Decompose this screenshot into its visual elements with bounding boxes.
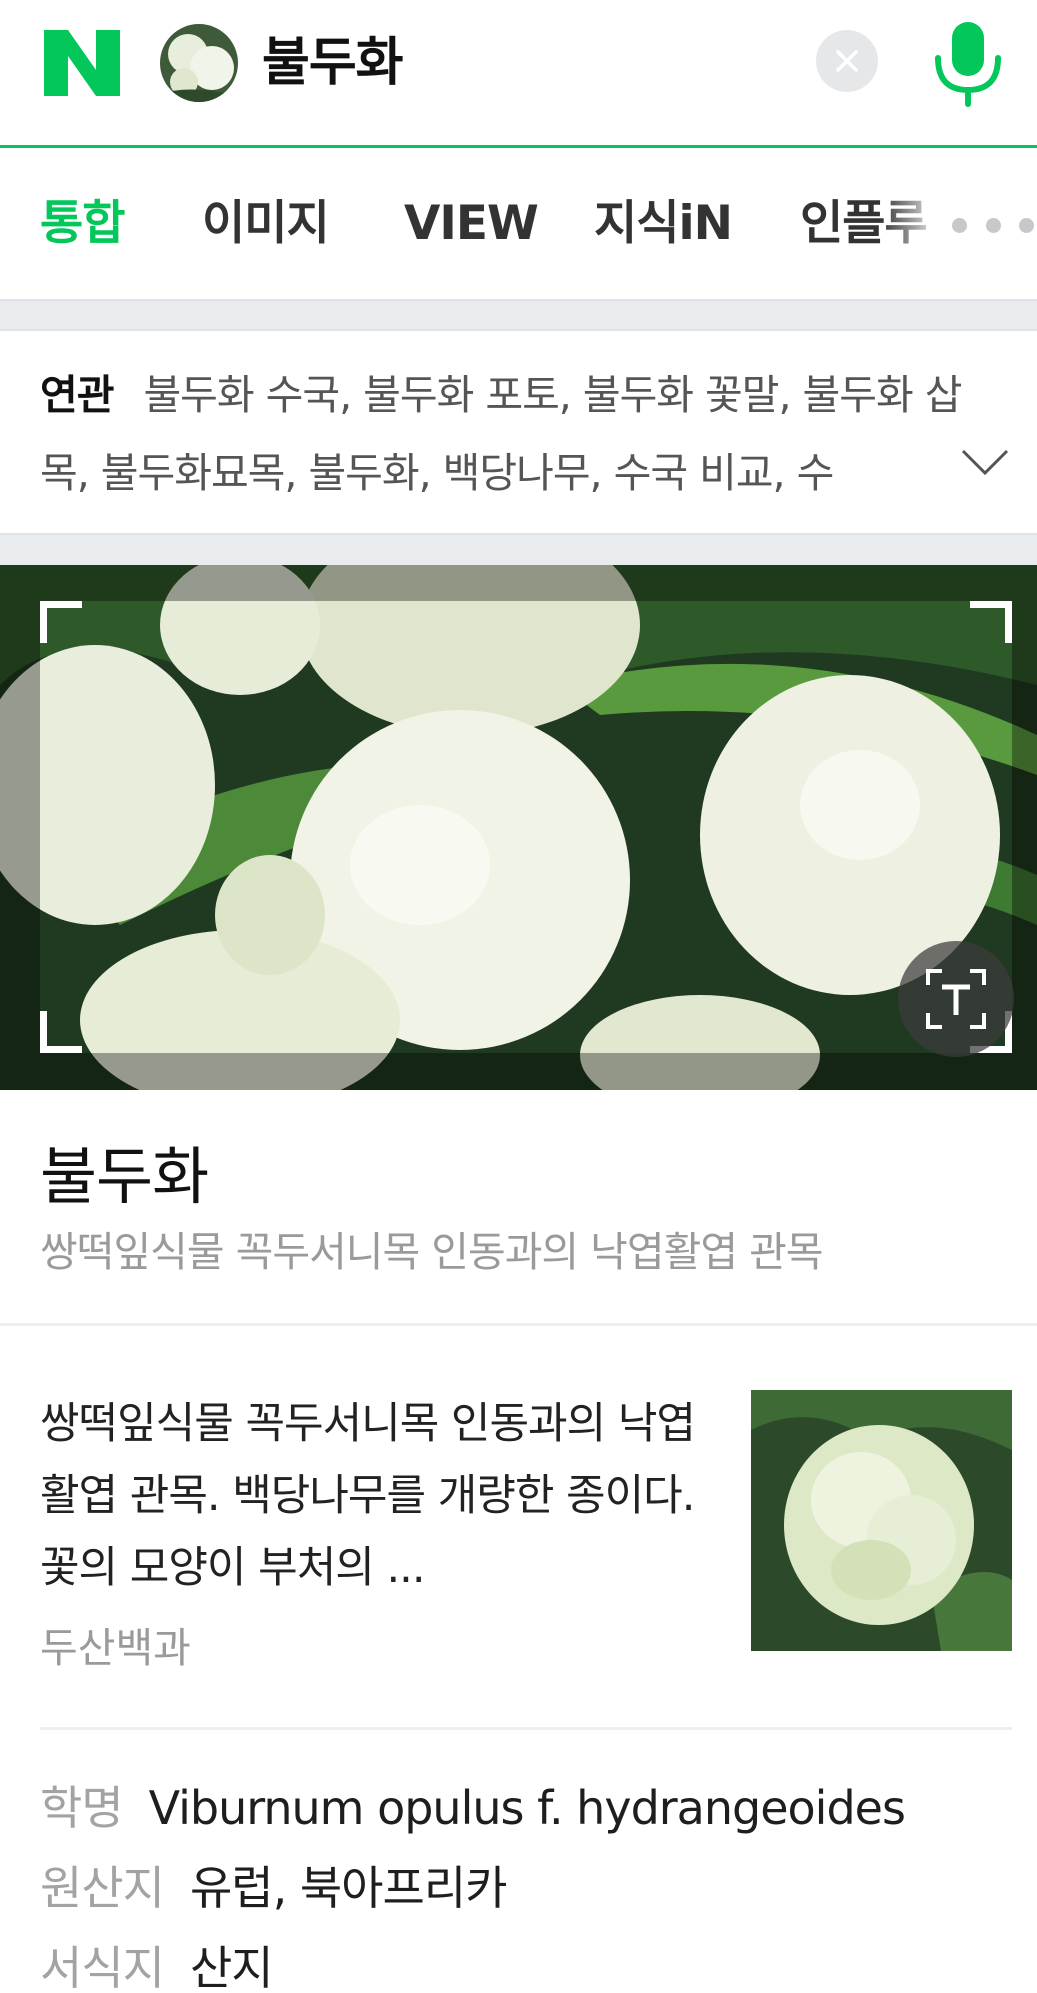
info-key: 학명 [40, 1781, 124, 1835]
entity-thumbnail[interactable] [751, 1390, 1012, 1651]
text-recognition-button[interactable] [898, 941, 1014, 1057]
text-scan-icon [926, 969, 986, 1029]
info-row-habitat: 서식지 산지 [40, 1932, 274, 1993]
crop-frame[interactable] [40, 601, 1012, 1053]
info-value: 유럽, 북아프리카 [189, 1861, 507, 1915]
tab-integrated[interactable]: 통합 [40, 189, 125, 259]
info-value: Viburnum opulus f. hydrangeoides [148, 1781, 906, 1835]
entity-subtitle: 쌍떡잎식물 꼭두서니목 인동과의 낙엽활엽 관목 [40, 1228, 824, 1276]
tab-knowledge-in[interactable]: 지식iN [594, 189, 733, 259]
close-icon [836, 50, 858, 72]
related-label: 연관 [40, 371, 114, 419]
divider [40, 1727, 1012, 1730]
tabs-fade [880, 151, 960, 299]
info-row-origin: 원산지 유럽, 북아프리카 [40, 1852, 507, 1924]
encyclopedia-summary[interactable]: 쌍떡잎식물 꼭두서니목 인동과의 낙엽활엽 관목. 백당나무를 개량한 종이다.… [0, 1326, 1037, 1732]
related-searches: 연관 불두화 수국, 불두화 포토, 불두화 꽃말, 불두화 삽목, 불두화묘목,… [0, 331, 1037, 533]
naver-logo-icon[interactable] [44, 30, 120, 96]
entity-title[interactable]: 불두화 [40, 1132, 209, 1222]
search-bar: 불두화 [0, 0, 1037, 148]
info-value: 산지 [189, 1941, 274, 1993]
entity-header: 불두화 쌍떡잎식물 꼭두서니목 인동과의 낙엽활엽 관목 [0, 1090, 1037, 1326]
section-divider [0, 533, 1037, 565]
info-row-scientific-name: 학명 Viburnum opulus f. hydrangeoides [40, 1772, 906, 1844]
search-tabs: 통합 이미지 VIEW 지식iN 인플루 [0, 151, 1037, 299]
hero-image[interactable] [0, 565, 1037, 1090]
clear-search-button[interactable] [816, 30, 878, 92]
source-label[interactable]: 두산백과 [40, 1618, 191, 1678]
chevron-down-icon[interactable] [955, 431, 1015, 491]
search-query[interactable]: 불두화 [262, 26, 404, 100]
related-keywords[interactable]: 불두화 수국, 불두화 포토, 불두화 꽃말, 불두화 삽목, 불두화묘목, 불… [40, 371, 962, 497]
info-key: 서식지 [40, 1941, 165, 1993]
entity-description[interactable]: 쌍떡잎식물 꼭두서니목 인동과의 낙엽활엽 관목. 백당나무를 개량한 종이다.… [40, 1388, 700, 1604]
section-divider [0, 299, 1037, 331]
mic-icon[interactable] [930, 18, 1006, 108]
info-key: 원산지 [40, 1861, 165, 1915]
query-image-thumbnail[interactable] [160, 24, 238, 102]
tab-view[interactable]: VIEW [404, 189, 539, 259]
tab-images[interactable]: 이미지 [202, 189, 330, 259]
more-tabs-icon[interactable] [950, 207, 1036, 243]
